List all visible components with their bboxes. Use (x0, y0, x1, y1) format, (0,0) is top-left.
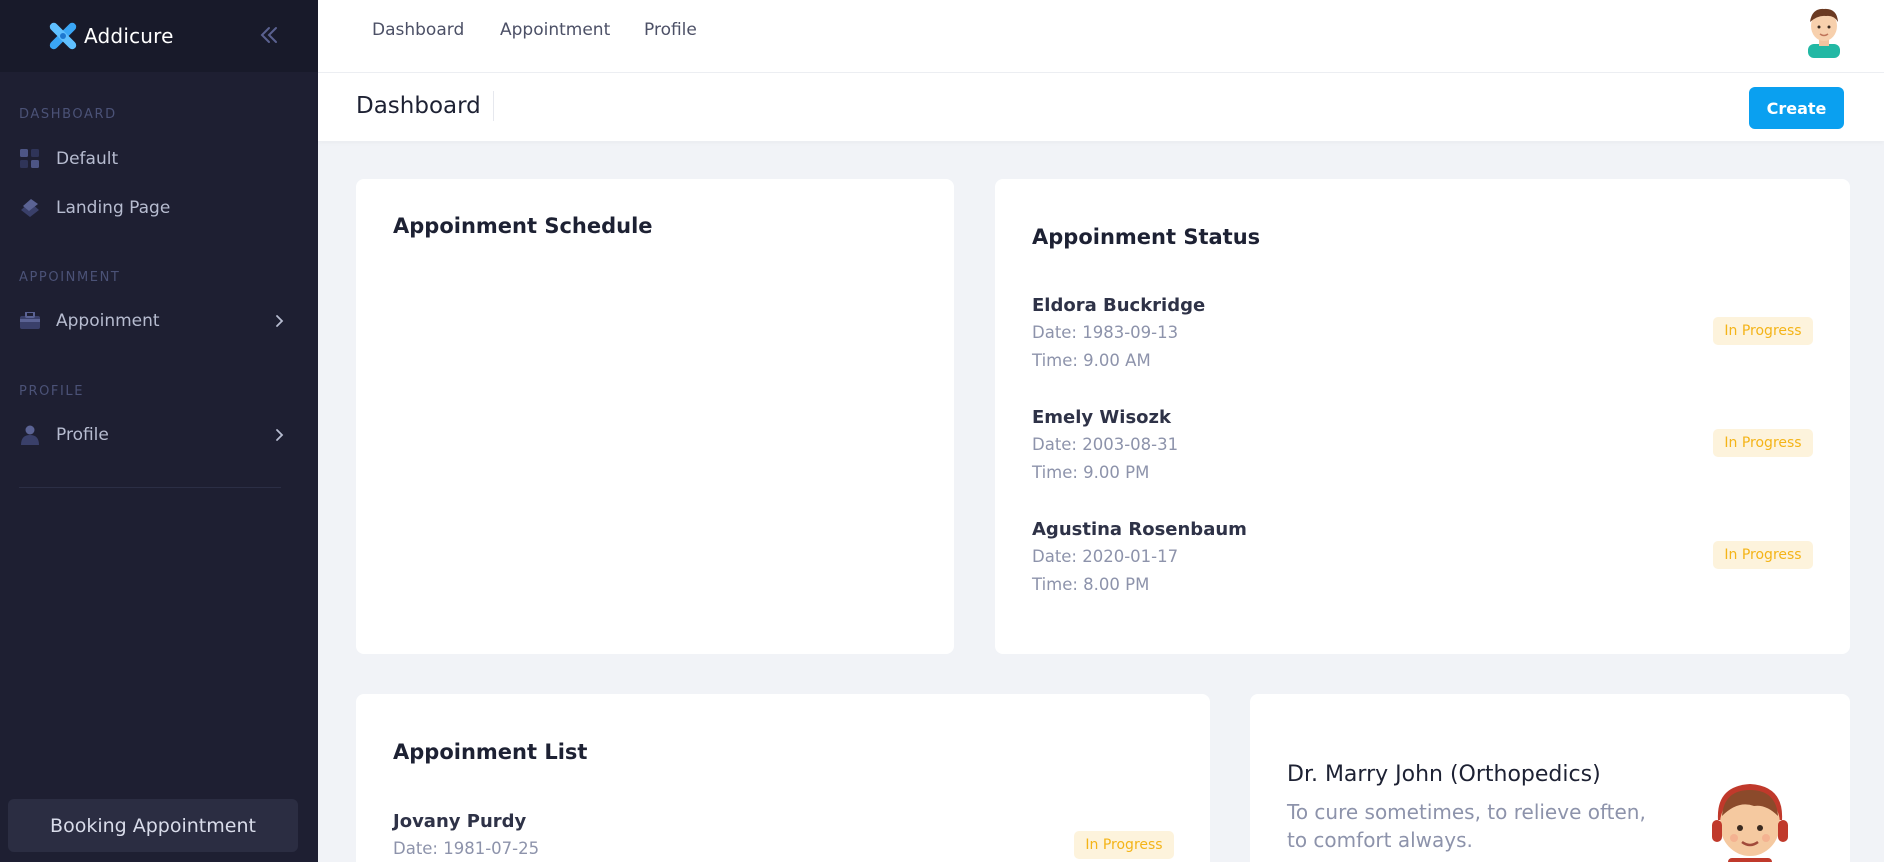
nav-link-appointment[interactable]: Appointment (500, 20, 610, 40)
booking-appointment-button[interactable]: Booking Appointment (8, 799, 298, 852)
patient-name: Eldora Buckridge (1032, 295, 1206, 316)
sidebar-item-label: Landing Page (56, 198, 171, 218)
status-badge: In Progress (1713, 429, 1813, 457)
sidebar-header: Addicure (0, 0, 318, 72)
nav-link-dashboard[interactable]: Dashboard (372, 20, 464, 40)
sidebar: Addicure DASHBOARD Default Landing Page … (0, 0, 318, 862)
sidebar-divider (19, 487, 281, 488)
logo-icon (48, 21, 78, 51)
sidebar-item-label: Profile (56, 425, 109, 445)
briefcase-icon (19, 310, 41, 332)
appoinment-list-card: Appoinment List Jovany Purdy Date: 1981-… (356, 694, 1210, 862)
chevron-right-icon (270, 425, 288, 445)
doctor-card: Dr. Marry John (Orthopedics) To cure som… (1250, 694, 1850, 862)
sidebar-section-profile: PROFILE (19, 384, 85, 399)
create-button[interactable]: Create (1749, 87, 1844, 129)
patient-name: Agustina Rosenbaum (1032, 519, 1247, 540)
sidebar-section-dashboard: DASHBOARD (19, 107, 117, 122)
chevron-right-icon (270, 311, 288, 331)
sidebar-item-landing-page[interactable]: Landing Page (0, 186, 318, 230)
appointment-date: Date: 2003-08-31 (1032, 435, 1179, 454)
patient-name: Emely Wisozk (1032, 407, 1171, 428)
appointment-time: Time: 8.00 PM (1032, 575, 1150, 594)
doctor-quote: To cure sometimes, to relieve often, to … (1287, 800, 1646, 852)
sidebar-item-appoinment[interactable]: Appoinment (0, 299, 318, 343)
appointment-date: Date: 1983-09-13 (1032, 323, 1179, 342)
sidebar-item-profile[interactable]: Profile (0, 413, 318, 457)
doctor-name: Dr. Marry John (Orthopedics) (1287, 762, 1601, 787)
layers-icon (19, 197, 41, 219)
appointment-time: Time: 9.00 AM (1032, 351, 1151, 370)
status-badge: In Progress (1074, 831, 1174, 859)
collapse-sidebar-icon[interactable] (256, 21, 282, 49)
brand-name: Addicure (84, 24, 174, 48)
card-title: Appoinment Status (1032, 225, 1261, 249)
list-item[interactable]: Emely Wisozk Date: 2003-08-31 Time: 9.00… (1032, 407, 1813, 497)
topbar: Dashboard Appointment Profile (318, 0, 1884, 73)
appoinment-schedule-card: Appoinment Schedule (356, 179, 954, 654)
status-badge: In Progress (1713, 317, 1813, 345)
appointment-date: Date: 1981-07-25 (393, 839, 540, 858)
patient-name: Jovany Purdy (393, 811, 527, 832)
page-header: Dashboard Create (318, 73, 1884, 141)
sidebar-item-label: Appoinment (56, 311, 160, 331)
list-item[interactable]: Agustina Rosenbaum Date: 2020-01-17 Time… (1032, 519, 1813, 609)
appointment-time: Time: 9.00 PM (1032, 463, 1150, 482)
card-title: Appoinment List (393, 740, 588, 764)
page-title: Dashboard (356, 91, 494, 121)
appoinment-status-card: Appoinment Status Eldora Buckridge Date:… (995, 179, 1850, 654)
list-item[interactable]: Eldora Buckridge Date: 1983-09-13 Time: … (1032, 295, 1813, 385)
nav-link-profile[interactable]: Profile (644, 20, 697, 40)
user-icon (19, 424, 41, 446)
list-item[interactable]: Jovany Purdy Date: 1981-07-25 In Progres… (393, 811, 1174, 862)
sidebar-section-appoinment: APPOINMENT (19, 270, 121, 285)
status-badge: In Progress (1713, 541, 1813, 569)
user-avatar[interactable] (1804, 6, 1844, 58)
appointment-date: Date: 2020-01-17 (1032, 547, 1179, 566)
sidebar-item-default[interactable]: Default (0, 137, 318, 181)
sidebar-item-label: Default (56, 149, 119, 169)
grid-icon (19, 148, 41, 170)
card-title: Appoinment Schedule (393, 214, 653, 238)
doctor-illustration (1710, 780, 1790, 862)
